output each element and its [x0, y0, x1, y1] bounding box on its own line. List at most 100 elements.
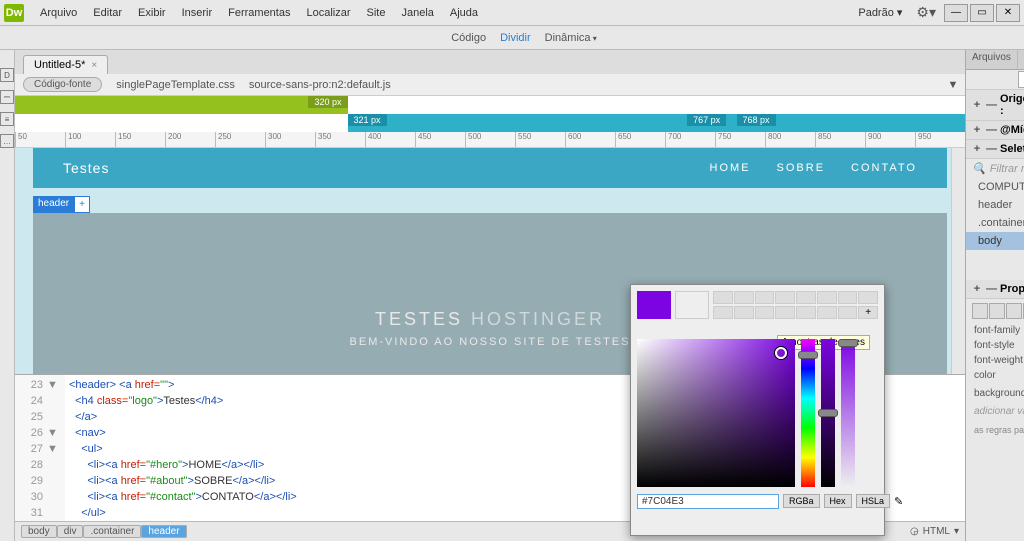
- nav-home[interactable]: HOME: [710, 162, 751, 174]
- related-file-1[interactable]: singlePageTemplate.css: [116, 79, 235, 91]
- previous-color-swatch: [675, 291, 709, 319]
- subtab-all[interactable]: Tudo: [1018, 71, 1024, 88]
- add-property-row[interactable]: adicionar valor: [966, 404, 1024, 419]
- hue-handle[interactable]: [798, 351, 818, 359]
- alpha-slider[interactable]: [841, 339, 855, 487]
- swatch-6[interactable]: [838, 291, 858, 304]
- swatch-4[interactable]: [796, 291, 816, 304]
- view-split[interactable]: Dividir: [500, 32, 531, 44]
- tool-3[interactable]: ≡: [0, 112, 14, 126]
- swatch-12[interactable]: [796, 306, 816, 319]
- hue-slider[interactable]: [801, 339, 815, 487]
- menu-inserir[interactable]: Inserir: [174, 7, 221, 19]
- prop-color[interactable]: color: [966, 368, 1024, 386]
- color-field-cursor[interactable]: [775, 347, 787, 359]
- hex-input[interactable]: [637, 494, 779, 509]
- add-swatch-button[interactable]: +: [858, 306, 878, 319]
- tool-4[interactable]: …: [0, 134, 14, 148]
- breadcrumb-body[interactable]: body: [21, 525, 57, 538]
- menu-arquivo[interactable]: Arquivo: [32, 7, 85, 19]
- document-tab-bar: Untitled-5* ×: [15, 50, 965, 74]
- color-field[interactable]: [637, 339, 795, 487]
- prop-cat-3[interactable]: [1006, 303, 1022, 319]
- site-logo: Testes: [63, 160, 109, 176]
- swatch-1[interactable]: [734, 291, 754, 304]
- tool-1[interactable]: D: [0, 68, 14, 82]
- selector-body[interactable]: body: [966, 232, 1024, 250]
- filter-css-input[interactable]: 🔍 Filtrar regras CSS: [966, 159, 1024, 178]
- mq-green-segment[interactable]: 320 px: [15, 96, 348, 114]
- line-gutter: 23▼242526▼27▼282930313233: [15, 375, 65, 521]
- swatch-0[interactable]: [713, 291, 733, 304]
- status-language[interactable]: HTML: [923, 526, 950, 537]
- prop-font-weight[interactable]: font-weight200: [966, 353, 1024, 368]
- swatch-14[interactable]: [838, 306, 858, 319]
- panel-tabs: ArquivosBibliotecas da CCInserirCSS Desi…: [966, 50, 1024, 70]
- code-lines[interactable]: <header> <a href=""> <h4 class="logo">Te…: [65, 375, 301, 521]
- swatch-8[interactable]: [713, 306, 733, 319]
- section-seletores[interactable]: +— Seletores: [966, 140, 1024, 159]
- swatch-10[interactable]: [755, 306, 775, 319]
- breadcrumb-div[interactable]: div: [57, 525, 84, 538]
- close-button[interactable]: ✕: [996, 4, 1020, 22]
- sat-slider[interactable]: [821, 339, 835, 487]
- swatch-9[interactable]: [734, 306, 754, 319]
- menu-localizar[interactable]: Localizar: [298, 7, 358, 19]
- source-code-pill[interactable]: Código-fonte: [23, 77, 102, 92]
- menu-janela[interactable]: Janela: [393, 7, 441, 19]
- menu-editar[interactable]: Editar: [85, 7, 130, 19]
- minimize-button[interactable]: —: [944, 4, 968, 22]
- tag-plus-icon[interactable]: +: [74, 196, 90, 213]
- menu-ferramentas[interactable]: Ferramentas: [220, 7, 298, 19]
- alpha-handle[interactable]: [838, 339, 858, 347]
- sat-handle[interactable]: [818, 409, 838, 417]
- selector-container[interactable]: .container: [966, 214, 1024, 232]
- selector-COMPUTADO[interactable]: COMPUTADO: [966, 178, 1024, 196]
- mq-teal-segment[interactable]: 321 px 767 px 768 px: [348, 114, 966, 132]
- document-tab[interactable]: Untitled-5* ×: [23, 55, 108, 74]
- preview-scrollbar[interactable]: [951, 148, 965, 374]
- swatch-2[interactable]: [755, 291, 775, 304]
- current-color-swatch: [637, 291, 671, 319]
- section-origens[interactable]: +— Origens : singlePageTemplate.css: [966, 90, 1024, 121]
- menu-ajuda[interactable]: Ajuda: [442, 7, 486, 19]
- view-code[interactable]: Código: [451, 32, 486, 44]
- eyedropper-icon[interactable]: ✎: [894, 493, 903, 509]
- swatch-5[interactable]: [817, 291, 837, 304]
- breadcrumb-container[interactable]: .container: [83, 525, 141, 538]
- settings-gear-icon[interactable]: ⚙▾: [910, 4, 942, 21]
- panel-tab-0[interactable]: Arquivos: [966, 50, 1018, 69]
- hsla-button[interactable]: HSLa: [856, 494, 891, 508]
- prop-font-style[interactable]: font-stylenormal: [966, 338, 1024, 353]
- workspace-dropdown[interactable]: Padrão ▾: [852, 4, 908, 21]
- hex-button[interactable]: Hex: [824, 494, 852, 508]
- tab-close-icon[interactable]: ×: [91, 60, 97, 71]
- prop-background-color[interactable]: background-color#f2f2f2: [966, 386, 1024, 404]
- related-file-2[interactable]: source-sans-pro:n2:default.js: [249, 79, 391, 91]
- maximize-button[interactable]: ▭: [970, 4, 994, 22]
- swatch-13[interactable]: [817, 306, 837, 319]
- element-tag-label[interactable]: header +: [33, 196, 90, 213]
- filter-icon[interactable]: ▼: [945, 77, 961, 93]
- section-midia[interactable]: +— @Mídia : GLOBAL: [966, 121, 1024, 140]
- menu-exibir[interactable]: Exibir: [130, 7, 174, 19]
- source-files-bar: Código-fonte singlePageTemplate.css sour…: [15, 74, 965, 96]
- rgba-button[interactable]: RGBa: [783, 494, 820, 508]
- prop-cat-2[interactable]: [989, 303, 1005, 319]
- site-header: Testes HOME SOBRE CONTATO: [33, 148, 947, 188]
- menu-site[interactable]: Site: [359, 7, 394, 19]
- selector-header[interactable]: header: [966, 196, 1024, 214]
- prop-font-family[interactable]: font-familysource-sans-pro: [966, 323, 1024, 338]
- breadcrumb-header[interactable]: header: [141, 525, 186, 538]
- swatch-3[interactable]: [775, 291, 795, 304]
- nav-sobre[interactable]: SOBRE: [777, 162, 826, 174]
- section-propriedades[interactable]: +— Propriedades: [966, 280, 1024, 299]
- view-design[interactable]: Dinâmica: [545, 32, 597, 44]
- nav-contato[interactable]: CONTATO: [851, 162, 917, 174]
- prop-cat-1[interactable]: [972, 303, 988, 319]
- panel-tab-1[interactable]: Bibliotecas da CC: [1018, 50, 1024, 69]
- swatch-11[interactable]: [775, 306, 795, 319]
- tool-2[interactable]: ⎓: [0, 90, 14, 104]
- swatch-7[interactable]: [858, 291, 878, 304]
- color-swatches-grid: +: [713, 291, 878, 319]
